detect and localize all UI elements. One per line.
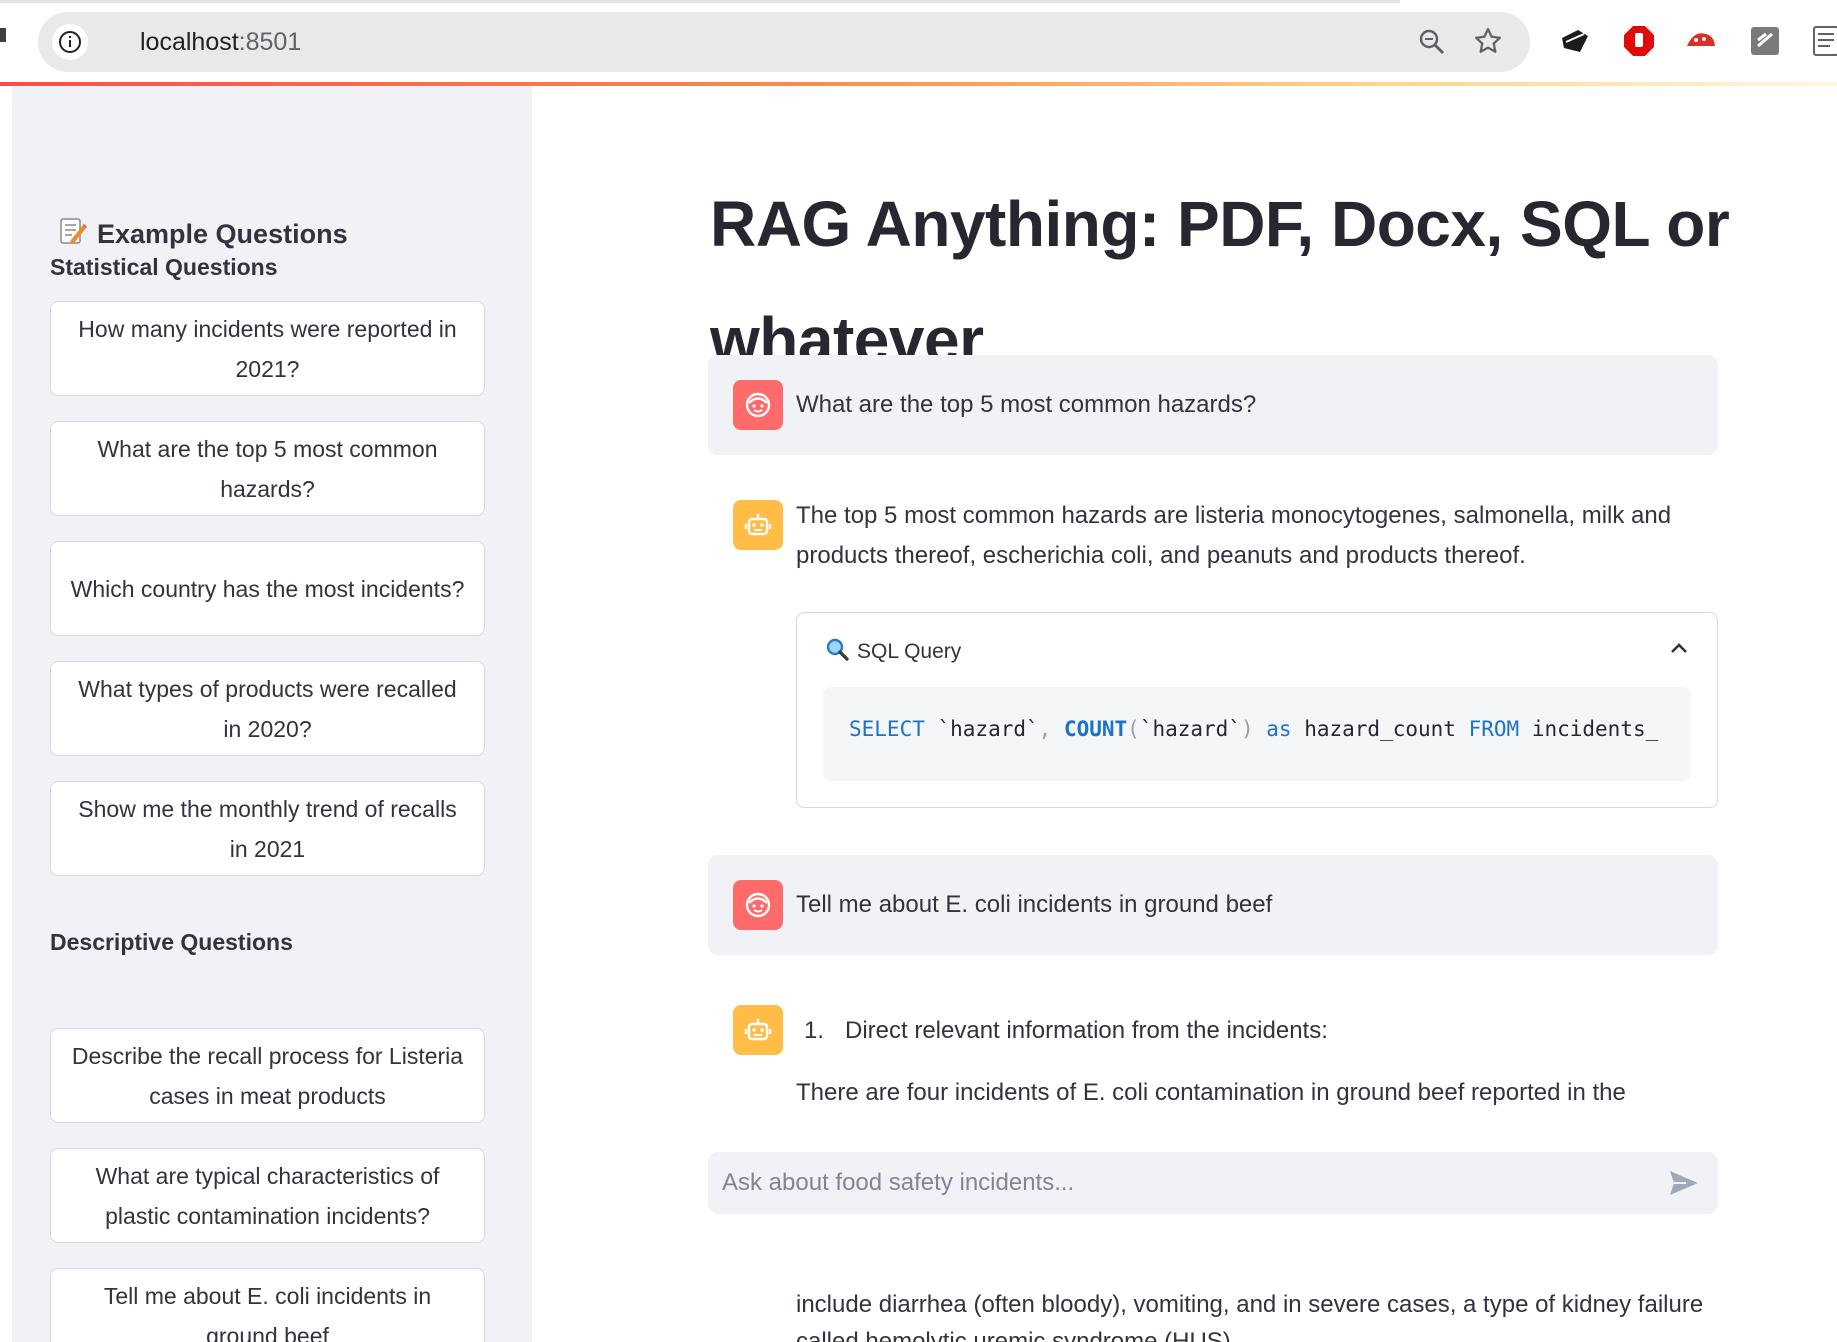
example-question-button[interactable]: Show me the monthly trend of recalls in … — [50, 781, 485, 876]
code-punct: , — [1038, 717, 1052, 741]
tab-strip-edge — [0, 0, 1400, 3]
expander-header[interactable]: SQL Query — [825, 637, 961, 667]
list-number: 1. — [804, 1017, 825, 1044]
adblock-icon[interactable] — [1622, 24, 1656, 58]
sql-code: SELECT `hazard`, COUNT(`hazard`) as haza… — [849, 717, 1658, 741]
chat-message-text: What are the top 5 most common hazards? — [796, 391, 1257, 418]
url-host: localhost — [140, 28, 239, 56]
example-question-button[interactable]: Describe the recall process for Listeria… — [50, 1028, 485, 1123]
code-keyword: as — [1253, 717, 1292, 741]
expander-label: SQL Query — [857, 640, 962, 663]
extension-icon-3[interactable] — [1684, 24, 1718, 58]
example-question-button[interactable]: Which country has the most incidents? — [50, 541, 485, 636]
code-function: COUNT — [1051, 717, 1128, 741]
url-port: :8501 — [238, 28, 302, 56]
example-question-button[interactable]: What are the top 5 most common hazards? — [50, 421, 485, 516]
zoom-icon[interactable] — [1418, 28, 1446, 61]
extension-icon-1[interactable] — [1558, 24, 1592, 58]
code-punct: ( — [1127, 717, 1140, 741]
bookmark-star-icon[interactable] — [1473, 26, 1503, 61]
user-avatar-icon — [733, 380, 783, 430]
chat-message-text-overflow: called hemolytic uremic syndrome (HUS). — [796, 1328, 1238, 1342]
chat-message-text-overflow: include diarrhea (often bloody), vomitin… — [796, 1291, 1704, 1318]
section-heading-statistical: Statistical Questions — [50, 254, 278, 280]
main-content: RAG Anything: PDF, Docx, SQL or whatever… — [532, 86, 1837, 1342]
tab-edge-glyph — [0, 28, 6, 42]
assistant-avatar-icon — [733, 500, 783, 550]
address-bar[interactable]: localhost:8501 — [38, 12, 1530, 72]
chevron-up-icon[interactable] — [1669, 641, 1689, 660]
code-identifier: `hazard` — [924, 717, 1039, 741]
sidebar-title: Example Questions — [57, 216, 348, 253]
code-identifier: hazard_count — [1291, 717, 1456, 741]
browser-toolbar: localhost:8501 — [0, 0, 1837, 86]
send-icon[interactable] — [1668, 1168, 1700, 1198]
sql-query-expander[interactable]: SQL Query SELECT `hazard`, COUNT(`hazard… — [796, 612, 1718, 808]
section-heading-descriptive: Descriptive Questions — [50, 929, 293, 955]
code-identifier: `hazard` — [1139, 717, 1241, 741]
site-info-icon[interactable] — [52, 24, 88, 60]
chat-message-text: There are four incidents of E. coli cont… — [796, 1079, 1626, 1106]
code-keyword: SELECT — [849, 717, 925, 741]
chat-message-user: What are the top 5 most common hazards? — [708, 355, 1718, 455]
sidebar: Example Questions Statistical Questions … — [12, 86, 532, 1342]
magnifier-icon — [825, 637, 849, 667]
code-punct: ) — [1240, 717, 1254, 741]
sql-code-block: SELECT `hazard`, COUNT(`hazard`) as haza… — [823, 687, 1691, 781]
extension-icon-5[interactable] — [1810, 24, 1837, 58]
user-avatar-icon — [733, 880, 783, 930]
code-identifier: incidents_ — [1519, 717, 1659, 741]
example-question-button[interactable]: How many incidents were reported in 2021… — [50, 301, 485, 396]
chat-message-user: Tell me about E. coli incidents in groun… — [708, 855, 1718, 955]
list-item-text: Direct relevant information from the inc… — [845, 1017, 1328, 1044]
code-keyword: FROM — [1455, 717, 1520, 741]
example-question-button[interactable]: Tell me about E. coli incidents in groun… — [50, 1268, 485, 1342]
memo-icon — [57, 216, 87, 253]
chat-input-container — [708, 1152, 1718, 1214]
sidebar-title-text: Example Questions — [97, 219, 348, 249]
example-question-button[interactable]: What are typical characteristics of plas… — [50, 1148, 485, 1243]
chat-input[interactable] — [722, 1152, 1652, 1214]
extension-icon-4[interactable] — [1748, 24, 1782, 58]
url-text[interactable]: localhost:8501 — [140, 28, 301, 57]
assistant-avatar-icon — [733, 1005, 783, 1055]
chat-message-text: Tell me about E. coli incidents in groun… — [796, 891, 1273, 918]
chat-message-assistant: 1. Direct relevant information from the … — [708, 981, 1718, 1151]
chat-message-text: The top 5 most common hazards are lister… — [796, 502, 1672, 569]
example-question-button[interactable]: What types of products were recalled in … — [50, 661, 485, 756]
